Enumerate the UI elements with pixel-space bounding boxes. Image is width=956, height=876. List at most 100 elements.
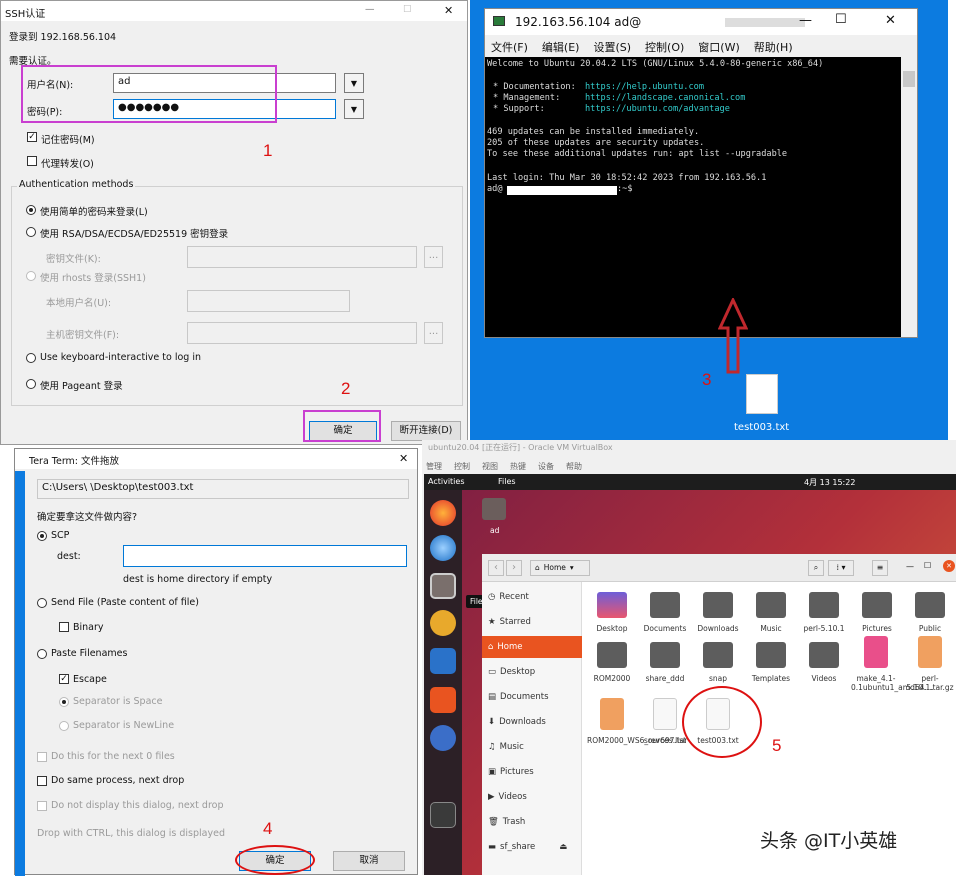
- item-perl-folder[interactable]: perl-5.10.1: [799, 624, 849, 633]
- maximize-icon[interactable]: ☐: [835, 12, 847, 27]
- term-link-help[interactable]: https://help.ubuntu.com: [585, 82, 704, 94]
- archive-icon[interactable]: [918, 636, 942, 668]
- no-display-checkbox[interactable]: [37, 801, 47, 811]
- item-make-deb[interactable]: make_4.1-0.1ubuntu1_amd64....: [851, 674, 934, 692]
- writer-icon[interactable]: [430, 648, 456, 674]
- thunderbird-icon[interactable]: [430, 535, 456, 561]
- close-icon[interactable]: ✕: [444, 4, 453, 17]
- maximize-icon[interactable]: ☐: [403, 4, 412, 15]
- item-perl-tar[interactable]: perl-5.10.1.tar.gz: [905, 674, 955, 692]
- item-rom2000-tar[interactable]: ROM2000_WS6_rev697.tar: [587, 736, 687, 745]
- keyfile-browse-button[interactable]: ...: [424, 246, 443, 268]
- search-button[interactable]: ⌕: [808, 560, 824, 576]
- close-icon[interactable]: ✕: [885, 13, 896, 28]
- disconnect-button[interactable]: 断开连接(D): [391, 421, 461, 441]
- same-process-checkbox[interactable]: [37, 776, 47, 786]
- keyfile-field[interactable]: [187, 246, 417, 268]
- binary-checkbox[interactable]: [59, 622, 69, 632]
- menu-help[interactable]: 帮助(H): [754, 39, 793, 55]
- term-link-advantage[interactable]: https://ubuntu.com/advantage: [585, 104, 730, 116]
- localuser-field[interactable]: [187, 290, 350, 312]
- text-file-icon[interactable]: [746, 374, 778, 414]
- menu-window[interactable]: 窗口(W): [698, 39, 739, 55]
- scroll-thumb[interactable]: [903, 71, 915, 87]
- files-app-label[interactable]: Files: [498, 477, 516, 486]
- vbox-menu-devices[interactable]: 设备: [538, 461, 554, 472]
- terminal-screen[interactable]: Welcome to Ubuntu 20.04.2 LTS (GNU/Linux…: [485, 57, 901, 337]
- folder-icon[interactable]: [650, 642, 680, 668]
- activities-button[interactable]: Activities: [428, 477, 465, 486]
- sidebar-item-videos[interactable]: ▶ Videos: [488, 792, 527, 802]
- hostkey-browse-button[interactable]: ...: [424, 322, 443, 344]
- next-files-checkbox[interactable]: [37, 752, 47, 762]
- eject-icon[interactable]: ⏏: [559, 842, 567, 852]
- clock[interactable]: 4月 13 15:22: [804, 477, 855, 488]
- folder-icon[interactable]: [756, 642, 786, 668]
- close-icon[interactable]: ✕: [399, 452, 408, 465]
- folder-icon[interactable]: [915, 592, 945, 618]
- close-icon[interactable]: ✕: [943, 560, 955, 572]
- vbox-menu-control[interactable]: 控制: [454, 461, 470, 472]
- vbox-menu-view[interactable]: 视图: [482, 461, 498, 472]
- password-dropdown[interactable]: ▼: [344, 99, 364, 119]
- text-file-icon[interactable]: [653, 698, 677, 730]
- firefox-icon[interactable]: [430, 500, 456, 526]
- folder-icon[interactable]: [862, 592, 892, 618]
- files-icon[interactable]: [430, 573, 456, 599]
- menu-edit[interactable]: 编辑(E): [542, 39, 580, 55]
- sep-newline-radio[interactable]: [59, 721, 69, 731]
- username-dropdown[interactable]: ▼: [344, 73, 364, 93]
- terminal-icon[interactable]: [430, 802, 456, 828]
- item-music[interactable]: Music: [746, 624, 796, 633]
- folder-icon[interactable]: [597, 642, 627, 668]
- help-icon[interactable]: [430, 725, 456, 751]
- paste-radio[interactable]: [37, 649, 47, 659]
- folder-icon[interactable]: [703, 592, 733, 618]
- dest-field[interactable]: [123, 545, 407, 567]
- sidebar-item-sf-share[interactable]: ▬ sf_share ⏏: [488, 842, 567, 852]
- minimize-icon[interactable]: —: [906, 562, 914, 571]
- method-password-radio[interactable]: [26, 205, 36, 215]
- rhythmbox-icon[interactable]: [430, 610, 456, 636]
- method-keyboard-radio[interactable]: [26, 353, 36, 363]
- sidebar-item-downloads[interactable]: ⬇ Downloads: [488, 717, 546, 727]
- folder-icon[interactable]: [597, 592, 627, 618]
- hostkey-field[interactable]: [187, 322, 417, 344]
- term-link-landscape[interactable]: https://landscape.canonical.com: [585, 93, 745, 105]
- item-share-ddd[interactable]: share_ddd: [640, 674, 690, 683]
- vbox-menu-hotkey[interactable]: 热键: [510, 461, 526, 472]
- sep-space-radio[interactable]: [59, 697, 69, 707]
- package-icon[interactable]: [864, 636, 888, 668]
- folder-icon[interactable]: [703, 642, 733, 668]
- path-bar[interactable]: ⌂ Home ▾: [530, 560, 590, 576]
- folder-icon[interactable]: [650, 592, 680, 618]
- vbox-menu-manage[interactable]: 管理: [426, 461, 442, 472]
- sidebar-item-starred[interactable]: ★ Starred: [488, 617, 531, 627]
- sendfile-radio[interactable]: [37, 598, 47, 608]
- archive-icon[interactable]: [600, 698, 624, 730]
- menu-control[interactable]: 控制(O): [645, 39, 684, 55]
- software-icon[interactable]: [430, 687, 456, 713]
- item-public[interactable]: Public: [905, 624, 955, 633]
- remember-password-checkbox[interactable]: ✓: [27, 132, 37, 142]
- item-downloads[interactable]: Downloads: [693, 624, 743, 633]
- sidebar-item-home[interactable]: ⌂ Home: [482, 636, 582, 658]
- item-videos[interactable]: Videos: [799, 674, 849, 683]
- minimize-icon[interactable]: —: [799, 13, 812, 28]
- agent-forward-checkbox[interactable]: [27, 156, 37, 166]
- sidebar-item-trash[interactable]: 🗑 Trash: [488, 817, 525, 827]
- item-rom2000[interactable]: ROM2000: [587, 674, 637, 683]
- item-templates[interactable]: Templates: [746, 674, 796, 683]
- menu-button[interactable]: ≡: [872, 560, 888, 576]
- sidebar-item-music[interactable]: ♫ Music: [488, 742, 524, 752]
- item-desktop[interactable]: Desktop: [587, 624, 637, 633]
- item-snap[interactable]: snap: [693, 674, 743, 683]
- minimize-icon[interactable]: —: [365, 4, 375, 15]
- sidebar-item-pictures[interactable]: ▣ Pictures: [488, 767, 534, 777]
- folder-icon[interactable]: [809, 642, 839, 668]
- item-sources-list[interactable]: sources.list: [640, 736, 690, 745]
- forward-button[interactable]: ›: [506, 560, 522, 576]
- menu-file[interactable]: 文件(F): [491, 39, 528, 55]
- folder-icon[interactable]: [756, 592, 786, 618]
- method-pageant-radio[interactable]: [26, 379, 36, 389]
